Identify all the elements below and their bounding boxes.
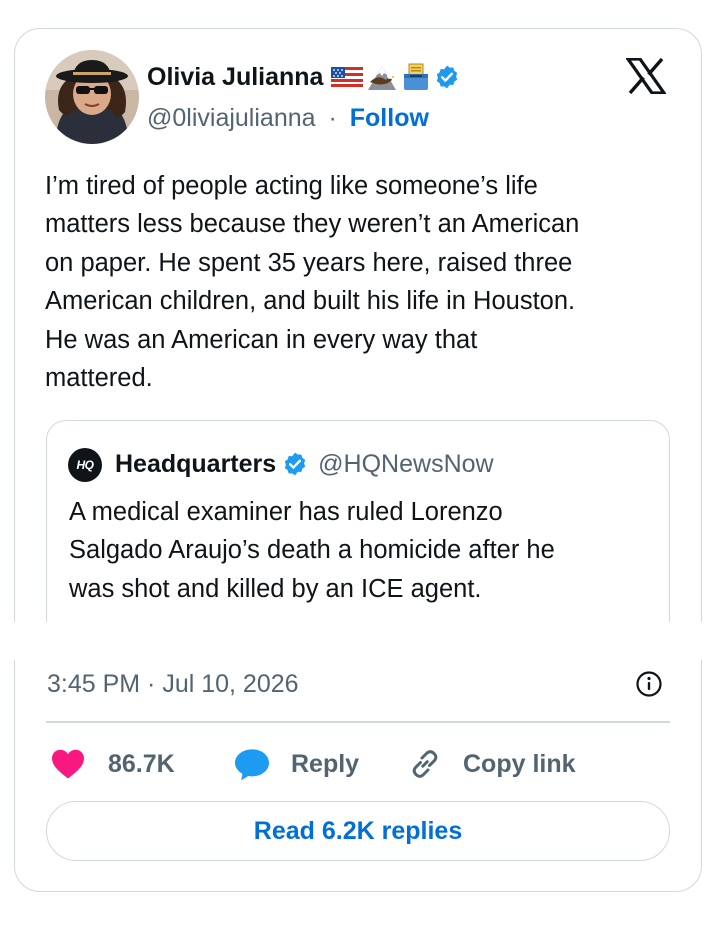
quoted-author-avatar[interactable]: HQ <box>68 448 102 482</box>
quoted-tweet-header: Headquarters @HQNewsNow <box>115 449 494 479</box>
tweet-text-line: American children, and built his life in… <box>45 287 576 316</box>
quoted-text-line: A medical examiner has ruled Lorenzo <box>69 498 503 526</box>
eagle-mountain-emoji <box>368 66 397 90</box>
tweet-text: I’m tired of people acting like someone’… <box>45 167 675 397</box>
author-avatar[interactable] <box>45 50 139 144</box>
quoted-text-line: was shot and killed by an ICE agent. <box>69 574 482 603</box>
verified-badge-icon <box>437 65 458 89</box>
tweet-text-line: mattered. <box>45 364 153 393</box>
quoted-author-name[interactable]: Headquarters <box>115 449 276 479</box>
like-count: 86.7K <box>108 749 175 778</box>
x-logo-icon[interactable] <box>626 58 666 94</box>
author-handle-row: @0liviajulianna · Follow <box>147 102 429 134</box>
author-avatar-image <box>45 50 139 144</box>
quoted-text-line: Salgado Araujo’s death a homicide after … <box>69 536 555 565</box>
us-flag-emoji <box>331 67 364 87</box>
handle-separator: · <box>328 104 337 132</box>
divider <box>46 721 670 723</box>
follow-button[interactable]: Follow <box>350 104 429 132</box>
reply-label: Reply <box>291 749 360 778</box>
info-icon[interactable] <box>635 670 663 698</box>
tweet-text-line: matters less because they weren’t an Ame… <box>45 210 580 239</box>
tweet-text-line: I’m tired of people acting like someone’… <box>45 172 538 200</box>
verified-badge-icon <box>284 452 306 476</box>
tweet-text-line: on paper. He spent 35 years here, raised… <box>45 248 573 277</box>
reply-button[interactable]: Reply <box>233 744 359 784</box>
reply-bubble-icon <box>235 749 269 781</box>
ballot-box-emoji <box>404 63 429 90</box>
heart-icon <box>52 749 84 779</box>
link-icon <box>412 750 438 778</box>
tweet-text-line: He was an American in every way that <box>45 325 478 354</box>
quoted-avatar-text: HQ <box>76 458 95 472</box>
read-replies-button[interactable]: Read 6.2K replies <box>46 801 670 861</box>
copy-link-button[interactable]: Copy link <box>407 744 576 784</box>
tweet-timestamp[interactable]: 3:45 PM · Jul 10, 2026 <box>47 669 299 699</box>
quoted-tweet-text: A medical examiner has ruled Lorenzo Sal… <box>69 493 649 608</box>
screenshot-cutoff-band <box>0 622 718 660</box>
author-handle[interactable]: @0liviajulianna <box>147 104 316 132</box>
author-name-row: Olivia Julianna <box>147 62 460 92</box>
read-replies-label: Read 6.2K replies <box>253 816 463 845</box>
quoted-author-handle[interactable]: @HQNewsNow <box>318 449 493 479</box>
author-name-emojis <box>331 62 460 92</box>
copy-link-label: Copy link <box>463 749 576 778</box>
like-button[interactable]: 86.7K <box>50 744 175 784</box>
author-display-name[interactable]: Olivia Julianna <box>147 62 323 92</box>
